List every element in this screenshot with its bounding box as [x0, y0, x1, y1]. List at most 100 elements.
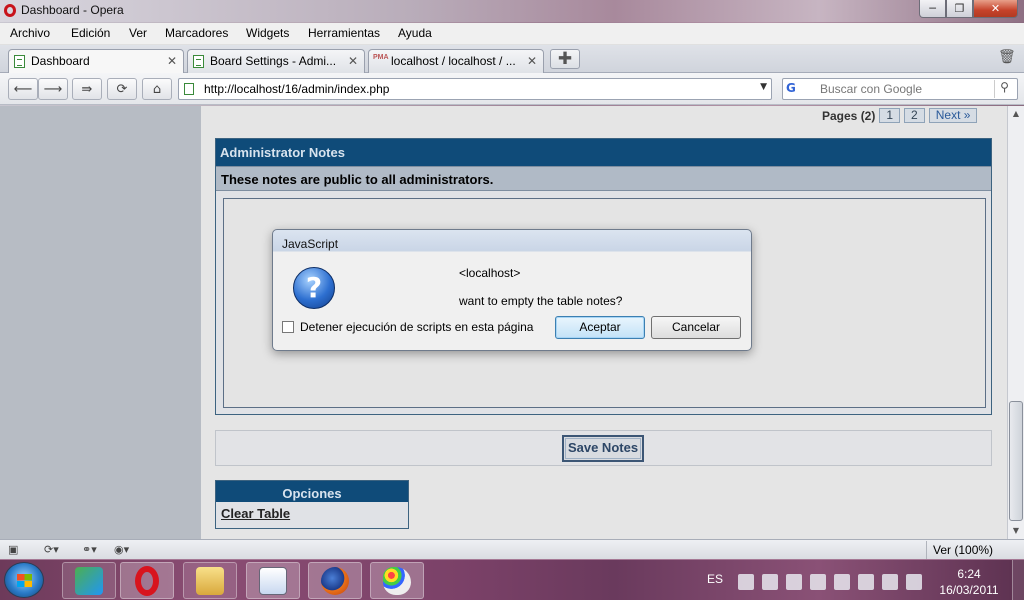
tab-label: Dashboard — [31, 54, 90, 68]
menu-marcadores[interactable]: Marcadores — [165, 26, 228, 40]
scroll-up-icon[interactable]: ▲ — [1008, 106, 1024, 122]
close-button[interactable]: ✕ — [973, 0, 1018, 18]
status-bar: ▣ ⟳▾ ⚭▾ ◉▾ Ver (100%) — [0, 539, 1024, 559]
fast-forward-button[interactable]: ⇛ — [72, 78, 102, 100]
stop-scripts-label[interactable]: Detener ejecución de scripts en esta pág… — [300, 320, 533, 334]
unite-icon[interactable]: ⚭▾ — [82, 542, 97, 558]
menu-ayuda[interactable]: Ayuda — [398, 26, 432, 40]
filezilla-icon[interactable] — [762, 574, 778, 590]
taskbar: ES 6:24 16/03/2011 — [0, 559, 1024, 600]
dialog-message: want to empty the table notes? — [459, 294, 623, 308]
panel-title: Administrator Notes — [216, 139, 991, 166]
javascript-dialog: JavaScript ? <localhost> want to empty t… — [272, 229, 752, 351]
phpmyadmin-icon: PMA — [373, 54, 389, 61]
search-icon[interactable]: ⚲ — [994, 80, 1014, 98]
panel-toggle-icon[interactable]: ▣ — [8, 542, 18, 558]
title-bar: Dashboard - Opera ─ ❐ ✕ — [0, 0, 1024, 22]
clock-date: 16/03/2011 — [939, 583, 999, 597]
address-field[interactable]: http://localhost/16/admin/index.php ▼ — [178, 78, 772, 100]
opera-logo-icon — [4, 4, 16, 17]
url-text[interactable]: http://localhost/16/admin/index.php — [204, 82, 389, 96]
tab-label: localhost / localhost / ... — [391, 54, 516, 68]
tab-board-settings[interactable]: Board Settings - Admi... ✕ — [187, 49, 365, 73]
avast-icon[interactable] — [810, 574, 826, 590]
reload-button[interactable]: ⟳ — [107, 78, 137, 100]
tab-bar: Dashboard ✕ Board Settings - Admi... ✕ P… — [0, 45, 1024, 74]
search-placeholder[interactable]: Buscar con Google — [820, 82, 922, 96]
clock[interactable]: 6:24 16/03/2011 — [932, 566, 1006, 598]
tab-close-icon[interactable]: ✕ — [167, 50, 177, 72]
forward-button[interactable]: ⟶ — [38, 78, 68, 100]
pagination-label: Pages (2) — [822, 108, 876, 123]
show-desktop-button[interactable] — [1012, 560, 1024, 600]
paint-icon — [383, 566, 411, 595]
save-bar: Save Notes — [215, 430, 992, 466]
search-field[interactable]: G Buscar con Google ⚲ — [782, 78, 1018, 100]
taskbar-explorer-app[interactable] — [183, 562, 237, 599]
save-notes-button[interactable]: Save Notes — [562, 435, 644, 462]
trash-icon[interactable]: 🗑 — [998, 49, 1016, 69]
next-page-link[interactable]: Next » — [928, 108, 978, 123]
clear-table-link[interactable]: Clear Table — [216, 504, 408, 523]
home-button[interactable]: ⌂ — [142, 78, 172, 100]
tab-close-icon[interactable]: ✕ — [348, 50, 358, 72]
window-title: Dashboard - Opera — [21, 3, 124, 17]
dialog-title: JavaScript — [282, 237, 339, 251]
notepad-icon — [259, 566, 287, 595]
cancel-button[interactable]: Cancelar — [651, 316, 741, 339]
accept-button[interactable]: Aceptar — [555, 316, 645, 339]
scroll-thumb[interactable] — [1009, 401, 1023, 521]
page-icon — [193, 55, 204, 68]
taskbar-notepad-app[interactable] — [246, 562, 300, 599]
tab-phpmyadmin[interactable]: PMA localhost / localhost / ... ✕ — [368, 49, 544, 73]
menu-ver[interactable]: Ver — [129, 26, 147, 40]
options-panel: Opciones Clear Table — [215, 480, 409, 529]
options-title: Opciones — [216, 481, 408, 504]
scroll-down-icon[interactable]: ▼ — [1008, 523, 1024, 539]
people-icon — [75, 566, 103, 595]
taskbar-paint-app[interactable] — [370, 562, 424, 599]
tab-dashboard[interactable]: Dashboard ✕ — [8, 49, 184, 74]
stop-scripts-checkbox[interactable] — [282, 321, 294, 333]
menu-widgets[interactable]: Widgets — [246, 26, 289, 40]
tab-label: Board Settings - Admi... — [210, 54, 337, 68]
dialog-host: <localhost> — [459, 266, 521, 280]
flag-icon[interactable] — [858, 574, 874, 590]
taskbar-people-app[interactable] — [62, 562, 116, 599]
page-1-link[interactable]: 1 — [879, 108, 901, 123]
navigation-bar: ⟵ ⟶ ⇛ ⟳ ⌂ http://localhost/16/admin/inde… — [0, 73, 1024, 105]
back-button[interactable]: ⟵ — [8, 78, 38, 100]
opera-icon — [135, 565, 159, 596]
xampp-icon[interactable] — [738, 574, 754, 590]
tab-close-icon[interactable]: ✕ — [527, 50, 537, 72]
question-icon: ? — [293, 267, 335, 309]
menu-bar: Archivo Edición Ver Marcadores Widgets H… — [0, 23, 1024, 45]
start-button[interactable] — [4, 562, 44, 598]
firefox-icon — [321, 566, 349, 595]
folder-icon — [196, 566, 224, 595]
network-drive-icon[interactable] — [786, 574, 802, 590]
google-icon[interactable]: G — [786, 81, 812, 97]
vertical-scrollbar[interactable]: ▲ ▼ — [1007, 106, 1024, 539]
battery-icon[interactable] — [906, 574, 922, 590]
turbo-icon[interactable]: ◉▾ — [114, 542, 129, 558]
clock-time: 6:24 — [957, 567, 981, 581]
new-tab-button[interactable]: ✚ — [550, 49, 580, 69]
menu-edicion[interactable]: Edición — [71, 26, 110, 40]
page-icon — [184, 83, 194, 95]
volume-icon[interactable] — [834, 574, 850, 590]
zoom-control[interactable]: Ver (100%) — [926, 541, 1018, 559]
address-dropdown-icon[interactable]: ▼ — [760, 82, 767, 92]
tray-icons — [738, 574, 922, 590]
maximize-button[interactable]: ❐ — [946, 0, 973, 18]
menu-archivo[interactable]: Archivo — [10, 26, 50, 40]
taskbar-firefox-app[interactable] — [308, 562, 362, 599]
wifi-icon[interactable] — [882, 574, 898, 590]
window-controls: ─ ❐ ✕ — [919, 0, 1018, 18]
sync-icon[interactable]: ⟳▾ — [44, 542, 59, 558]
page-2-link[interactable]: 2 — [904, 108, 925, 123]
minimize-button[interactable]: ─ — [919, 0, 946, 18]
menu-herramientas[interactable]: Herramientas — [308, 26, 380, 40]
language-indicator[interactable]: ES — [707, 572, 723, 586]
taskbar-opera-app[interactable] — [120, 562, 174, 599]
